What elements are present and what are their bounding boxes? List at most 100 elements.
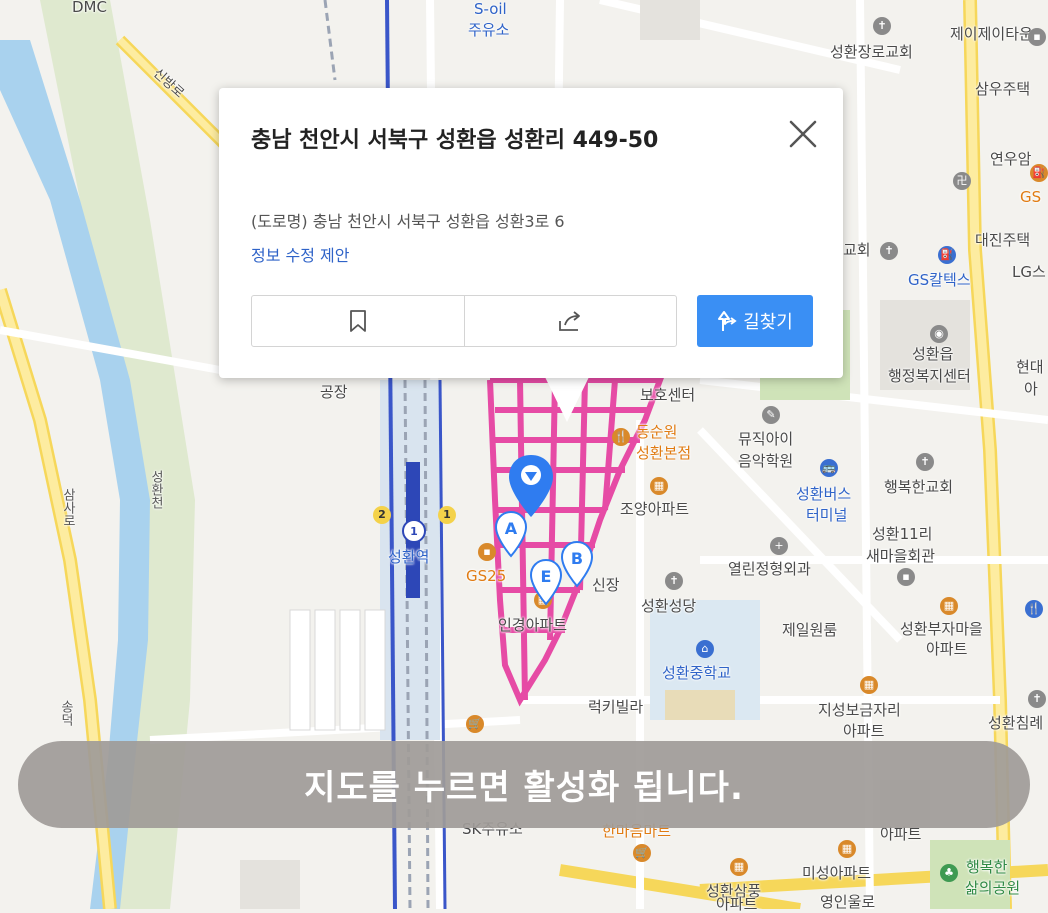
map-label: 대진주택 <box>975 231 1031 249</box>
restaurant-icon: 🍴 <box>1025 600 1043 618</box>
road-label: 삼사로 <box>60 488 75 527</box>
government-office-icon: ◉ <box>930 325 948 343</box>
overlay-message: 지도를 누르면 활성화 됩니다. <box>304 768 744 808</box>
share-button[interactable] <box>463 296 677 346</box>
map-label: 제일원룸 <box>782 621 838 639</box>
map-label: 새마을회관 <box>866 547 936 565</box>
map-label: 성환부자마을 <box>900 620 983 638</box>
apartment-icon: ▦ <box>650 477 668 495</box>
restaurant-icon: 🍴 <box>612 428 630 446</box>
map-label: 터미널 <box>806 506 848 524</box>
map-label: 미성아파트 <box>802 864 872 882</box>
map-label: 성환중학교 <box>662 664 732 682</box>
map-label: 현대 <box>1016 358 1044 376</box>
map-label: 인경아파트 <box>498 616 568 634</box>
map-label: 삼우주택 <box>975 80 1031 98</box>
map-label: 성환11리 <box>872 525 933 543</box>
church-icon: ✝ <box>873 17 891 35</box>
map-label: 아파트 <box>926 640 968 658</box>
subway-line-badge: 1 <box>402 519 426 543</box>
action-button-group <box>251 295 677 347</box>
map-label: 아파트 <box>843 722 885 740</box>
map-label: 신장 <box>592 576 620 594</box>
subway-line-badge: 2 <box>373 506 391 524</box>
river-label: 성환천 <box>148 470 163 509</box>
building-icon: ▪ <box>1028 28 1046 46</box>
apartment-icon: ▦ <box>860 676 878 694</box>
bookmark-button[interactable] <box>252 296 464 346</box>
apartment-icon: ▦ <box>730 858 748 876</box>
map-label: 주유소 <box>468 21 510 39</box>
map-label: 성환장로교회 <box>830 43 913 61</box>
map-label: 성환역 <box>388 548 430 566</box>
map-label: GS칼텍스 <box>908 271 971 289</box>
map-label: 아 <box>1024 380 1038 398</box>
directions-icon <box>718 311 737 331</box>
map-label: DMC <box>72 0 107 16</box>
map-label: 성환성당 <box>641 597 697 615</box>
map-label: 삶의공원 <box>965 879 1021 897</box>
suggest-edit-link[interactable]: 정보 수정 제안 <box>251 242 350 266</box>
share-icon <box>559 311 581 331</box>
map-label: 보호센터 <box>640 386 696 404</box>
map-label: GS25 <box>466 567 507 585</box>
map-label: 동순원 <box>636 423 678 441</box>
map-label: 지성보금자리 <box>818 701 901 719</box>
map-label: S-oil <box>474 0 507 18</box>
hospital-icon: + <box>770 537 788 555</box>
church-icon: ✝ <box>1028 690 1046 708</box>
map-label: 뮤직아이 <box>738 430 794 448</box>
map-label: 제이제이타운 <box>950 25 1033 43</box>
marker-letter: E <box>541 567 552 586</box>
map-label: 영인울로 <box>820 893 876 911</box>
map-label: 성환침례 <box>988 714 1044 732</box>
church-icon: ✝ <box>665 572 683 590</box>
map-label: 조양아파트 <box>620 500 690 518</box>
map-label: 럭키빌라 <box>588 698 644 716</box>
bookmark-icon <box>349 310 366 332</box>
map-label: 행복한 <box>966 858 1008 876</box>
address-title: 충남 천안시 서북구 성환읍 성환리 449-50 <box>251 128 659 153</box>
marker-letter: A <box>505 519 518 538</box>
directions-button[interactable]: 길찾기 <box>697 295 813 347</box>
gas-station-icon: ⛽ <box>1030 164 1048 182</box>
map-label: 성환본점 <box>636 444 692 462</box>
apartment-icon: ▦ <box>940 597 958 615</box>
marker-e[interactable]: E <box>529 558 563 606</box>
school-icon: ✎ <box>762 406 780 424</box>
road-label: 송덕 <box>58 700 73 726</box>
bus-terminal-icon: 🚌 <box>820 459 838 477</box>
subway-line-badge: 1 <box>438 506 456 524</box>
map-label: 음악학원 <box>738 452 794 470</box>
community-center-icon: ▪ <box>897 568 915 586</box>
map-label: 행복한교회 <box>884 478 954 496</box>
mart-icon: 🛒 <box>633 844 651 862</box>
map-label: 열린정형외과 <box>728 560 811 578</box>
map-label: 성환버스 <box>796 485 852 503</box>
map-label: 교회 <box>843 241 871 259</box>
close-icon[interactable] <box>787 118 819 150</box>
marker-a[interactable]: A <box>494 510 528 558</box>
map-label: 공장 <box>320 383 348 401</box>
apartment-icon: ▦ <box>838 840 856 858</box>
map-label: 성환읍 <box>912 345 954 363</box>
map-label: LG스 <box>1012 263 1046 281</box>
church-icon: ✝ <box>880 242 898 260</box>
temple-icon: 卍 <box>953 172 971 190</box>
gas-station-icon: ⛽ <box>938 246 956 264</box>
road-address: (도로명) 충남 천안시 서북구 성환읍 성환3로 6 <box>251 212 565 231</box>
map-label: 아파트 <box>716 895 758 913</box>
church-icon: ✝ <box>916 453 934 471</box>
school-icon: ⌂ <box>696 640 714 658</box>
map-label: GS <box>1020 188 1042 206</box>
address-popup: 충남 천안시 서북구 성환읍 성환리 449-50 (도로명) 충남 천안시 서… <box>219 88 843 378</box>
popup-pointer <box>545 377 589 422</box>
activate-map-overlay[interactable]: 지도를 누르면 활성화 됩니다. <box>18 741 1030 828</box>
marker-letter: B <box>571 549 583 568</box>
map-label: 연우암 <box>990 150 1032 168</box>
marker-b[interactable]: B <box>560 540 594 588</box>
directions-label: 길찾기 <box>743 312 793 333</box>
park-icon: ♣ <box>940 864 958 882</box>
mart-icon: 🛒 <box>466 715 484 733</box>
map-label: 행정복지센터 <box>888 367 971 385</box>
